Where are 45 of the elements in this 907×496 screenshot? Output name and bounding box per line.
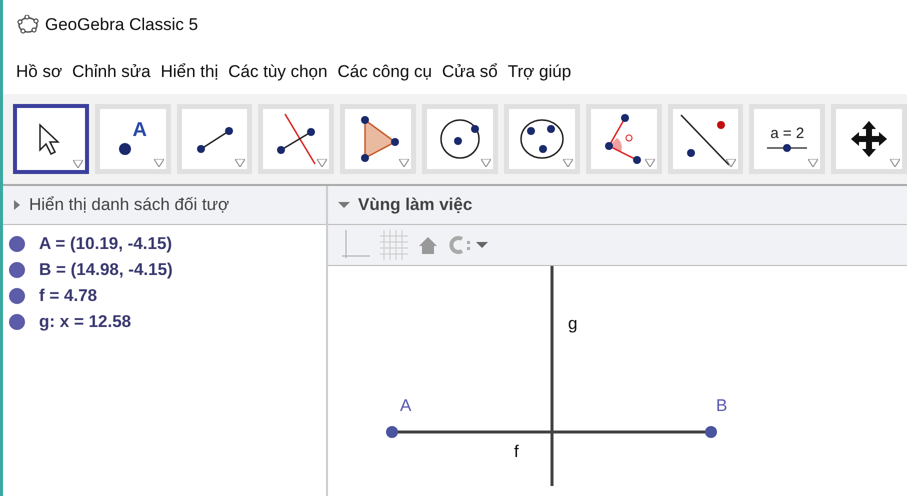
point-a[interactable] <box>386 426 398 438</box>
segment-label: f <box>514 442 519 462</box>
menu-item[interactable]: Hiển thị <box>156 62 224 82</box>
visibility-dot[interactable] <box>9 262 25 278</box>
object-definition: g: x = 12.58 <box>39 312 132 332</box>
dropdown-triangle-icon <box>317 159 328 167</box>
visibility-dot[interactable] <box>9 314 25 330</box>
object-definition: A = (10.19, -4.15) <box>39 234 172 254</box>
tool-button[interactable]: A <box>94 104 171 174</box>
tool-button[interactable] <box>13 104 89 174</box>
line-label: g <box>568 314 578 334</box>
tool-button[interactable]: a = 2 <box>749 104 826 174</box>
dropdown-triangle-icon <box>399 159 410 167</box>
object-definition: B = (14.98, -4.15) <box>39 260 173 280</box>
panel-title: Vùng làm việc <box>358 195 472 215</box>
visibility-dot[interactable] <box>9 236 25 252</box>
graphics-canvas[interactable]: g f A B <box>328 266 907 496</box>
object-definition: f = 4.78 <box>39 286 98 306</box>
menu-item[interactable]: Trợ giúp <box>502 62 576 82</box>
point-capture-dropdown-icon[interactable] <box>448 235 490 255</box>
menu-item[interactable]: Hồ sơ <box>11 62 68 82</box>
home-icon[interactable] <box>418 235 438 255</box>
window-title: GeoGebra Classic 5 <box>45 15 198 35</box>
dropdown-triangle-icon <box>72 160 83 168</box>
menu-item[interactable]: Chỉnh sửa <box>67 62 156 82</box>
four-way-arrow-icon <box>849 119 890 159</box>
dropdown-triangle-icon <box>726 159 736 167</box>
point-b[interactable] <box>705 426 717 438</box>
point-label: A <box>400 396 412 416</box>
menu-item[interactable]: Các tùy chọn <box>223 62 332 82</box>
dropdown-triangle-icon <box>808 159 818 167</box>
dropdown-triangle-icon <box>235 159 246 167</box>
expand-triangle-icon[interactable] <box>13 200 21 210</box>
dropdown-triangle-icon <box>644 159 655 167</box>
point-label: B <box>716 396 728 416</box>
collapse-triangle-icon[interactable] <box>338 200 350 210</box>
menu-item[interactable]: Cửa sổ <box>436 62 503 82</box>
dropdown-triangle-icon <box>480 159 491 167</box>
dropdown-triangle-icon <box>890 159 900 167</box>
menu-item[interactable]: Các công cụ <box>332 62 437 82</box>
visibility-dot[interactable] <box>9 288 25 304</box>
panel-title: Hiển thị danh sách đối tượ <box>29 195 230 215</box>
dropdown-triangle-icon <box>562 159 573 167</box>
dropdown-triangle-icon <box>154 159 164 167</box>
app-logo-icon <box>17 15 39 35</box>
